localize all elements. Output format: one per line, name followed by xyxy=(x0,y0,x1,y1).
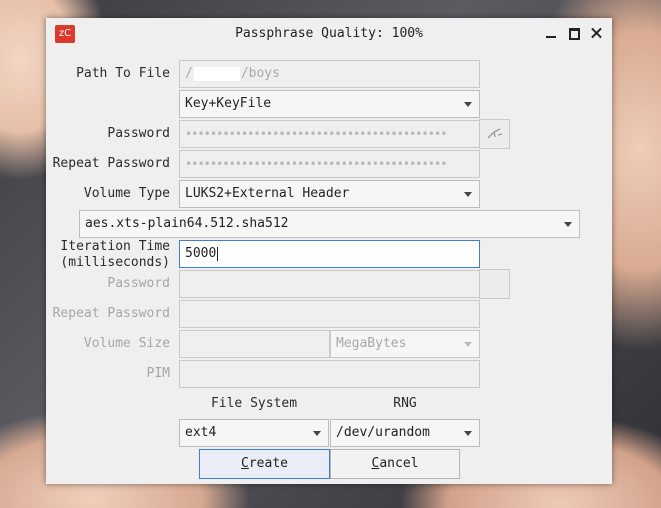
minimize-icon[interactable] xyxy=(542,24,560,42)
title-bar: zC Passphrase Quality: 100% xyxy=(46,18,612,50)
iteration-label-line2: (milliseconds) xyxy=(60,255,170,270)
volume-size-field[interactable] xyxy=(179,330,330,358)
key-button[interactable] xyxy=(479,119,510,149)
iteration-label-line1: Iteration Time xyxy=(60,239,170,254)
path-suffix: /boys xyxy=(240,66,280,81)
window-title: Passphrase Quality: 100% xyxy=(235,26,423,41)
hidden-password-field[interactable] xyxy=(179,270,480,298)
hidden-repeat-password-label: Repeat Password xyxy=(52,306,170,321)
path-field[interactable]: / /boys xyxy=(179,60,480,88)
pim-label: PIM xyxy=(146,366,170,381)
iteration-time-input[interactable]: 5000 xyxy=(179,240,480,268)
maximize-icon[interactable] xyxy=(565,24,583,42)
path-prefix: / xyxy=(185,66,193,81)
password-label: Password xyxy=(107,126,170,141)
cancel-label: ancel xyxy=(379,456,419,471)
close-icon[interactable] xyxy=(587,24,605,42)
path-label: Path To File xyxy=(76,66,170,81)
rng-label: RNG xyxy=(393,396,417,411)
create-button[interactable]: Create xyxy=(199,449,330,479)
repeat-password-label: Repeat Password xyxy=(52,156,170,171)
file-system-label: File System xyxy=(210,396,298,411)
hidden-key-button[interactable] xyxy=(479,269,510,299)
rng-select[interactable]: /dev/urandom xyxy=(330,419,480,447)
volume-size-unit-select[interactable]: MegaBytes xyxy=(330,330,480,358)
hidden-password-label: Password xyxy=(107,276,170,291)
repeat-password-field[interactable]: ••••••••••••••••••••••••••••••••••••••••… xyxy=(179,150,480,178)
redacted-segment xyxy=(193,66,240,81)
dialog-window: zC Passphrase Quality: 100% Path To File… xyxy=(46,18,612,484)
repeat-password-dots: ••••••••••••••••••••••••••••••••••••••••… xyxy=(185,157,447,171)
password-field[interactable]: ••••••••••••••••••••••••••••••••••••••••… xyxy=(179,120,480,148)
volume-type-label: Volume Type xyxy=(83,186,170,201)
file-system-select[interactable]: ext4 xyxy=(179,419,329,447)
cancel-button[interactable]: Cancel xyxy=(330,449,460,479)
pim-field[interactable] xyxy=(179,360,480,388)
cipher-select[interactable]: aes.xts-plain64.512.sha512 xyxy=(79,210,580,238)
create-mnemonic: C xyxy=(241,456,249,471)
hidden-repeat-password-field[interactable] xyxy=(179,300,480,328)
iteration-value: 5000 xyxy=(185,246,217,261)
volume-type-select[interactable]: LUKS2+External Header xyxy=(179,180,480,208)
volume-size-label: Volume Size xyxy=(83,336,170,351)
password-dots: ••••••••••••••••••••••••••••••••••••••••… xyxy=(185,127,447,141)
key-type-select[interactable]: Key+KeyFile xyxy=(179,90,480,118)
text-cursor xyxy=(217,246,219,261)
create-label: reate xyxy=(248,456,288,471)
